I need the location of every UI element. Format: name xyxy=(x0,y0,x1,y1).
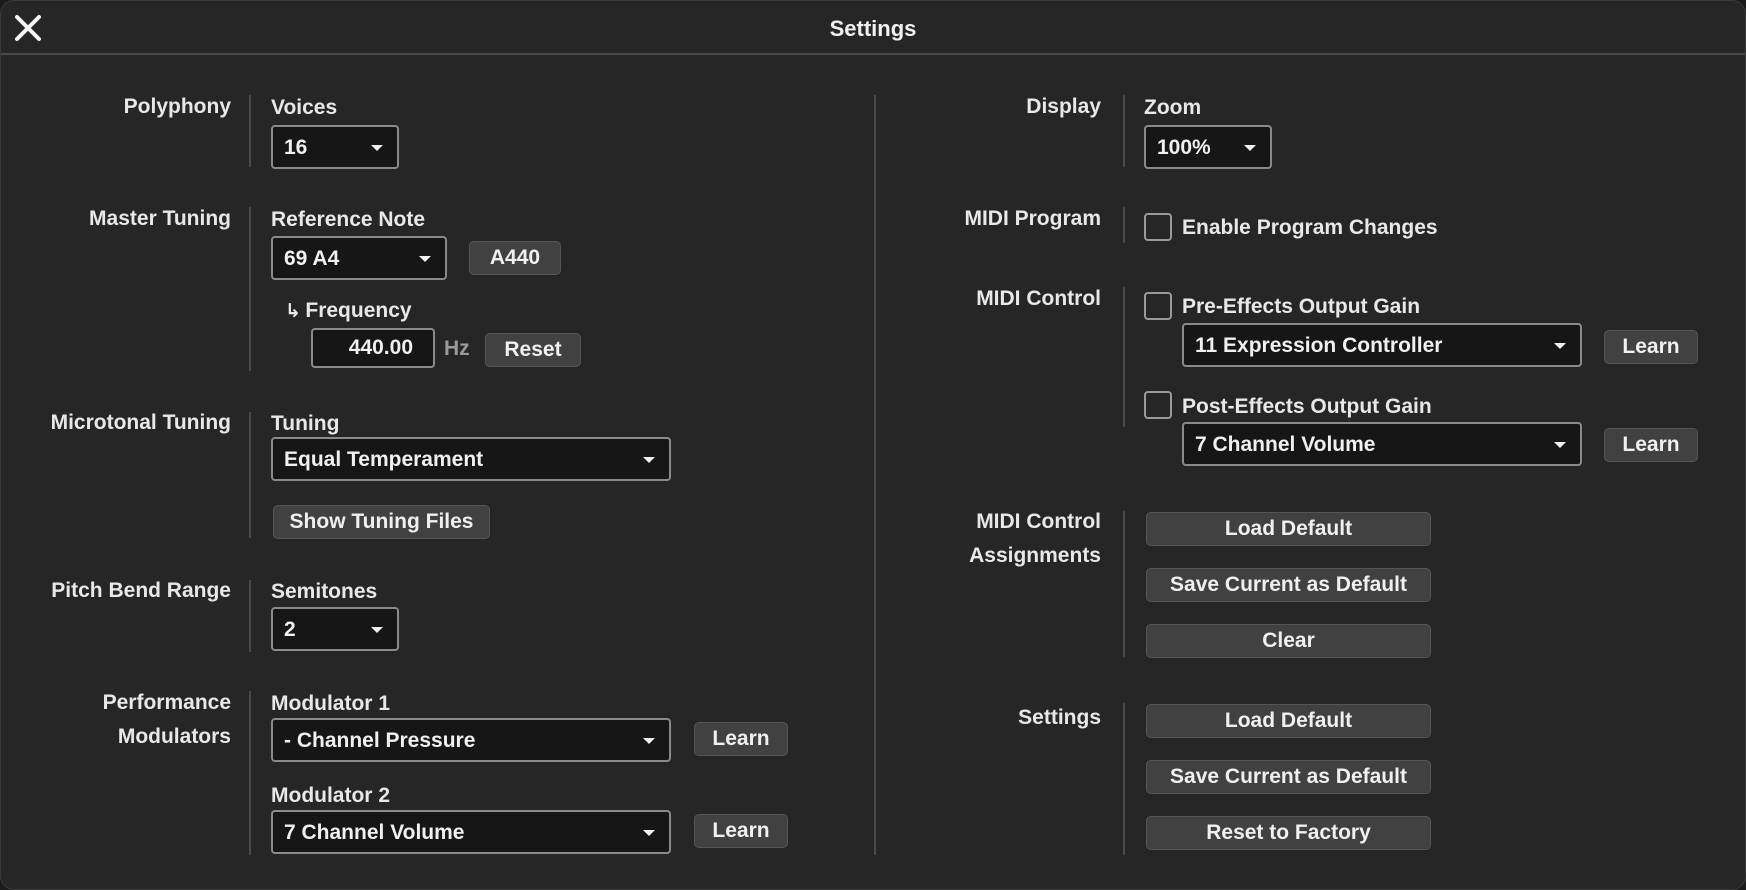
frequency-label: Frequency xyxy=(305,299,412,322)
chevron-down-icon xyxy=(643,830,655,836)
column-divider xyxy=(874,95,876,855)
voices-value: 16 xyxy=(284,136,308,159)
midi-assignments-label-line1: MIDI Control xyxy=(976,510,1101,533)
post-effects-gain-label: Post-Effects Output Gain xyxy=(1182,395,1432,418)
settings-window: Settings Polyphony Voices 16 Master Tuni… xyxy=(0,0,1746,890)
chevron-down-icon xyxy=(371,145,383,151)
zoom-label: Zoom xyxy=(1144,96,1202,119)
pitch-bend-divider xyxy=(249,580,251,652)
modulators-label: Modulators xyxy=(117,725,231,748)
semitones-label: Semitones xyxy=(271,580,378,603)
enable-program-changes-label: Enable Program Changes xyxy=(1182,216,1438,239)
pre-effects-gain-select[interactable]: 11 Expression Controller xyxy=(1182,323,1582,367)
modulator-1-label: Modulator 1 xyxy=(271,692,390,715)
tuning-select[interactable]: Equal Temperament xyxy=(271,437,671,481)
polyphony-divider xyxy=(249,95,251,167)
modulator-2-learn-button[interactable]: Learn xyxy=(694,814,788,848)
hz-unit-label: Hz xyxy=(444,337,470,360)
post-effects-gain-checkbox[interactable] xyxy=(1144,391,1172,419)
return-arrow-icon: ↳ xyxy=(285,301,301,322)
enable-program-changes-checkbox[interactable] xyxy=(1144,213,1172,241)
settings-section-divider xyxy=(1123,703,1125,855)
pitch-bend-range-label: Pitch Bend Range xyxy=(51,579,231,602)
midi-load-default-button[interactable]: Load Default xyxy=(1146,512,1431,546)
pre-effects-gain-label: Pre-Effects Output Gain xyxy=(1182,295,1421,318)
tuning-label: Tuning xyxy=(271,412,340,435)
midi-program-label: MIDI Program xyxy=(964,207,1101,230)
settings-section-label: Settings xyxy=(1018,706,1101,729)
frequency-reset-button[interactable]: Reset xyxy=(485,333,581,367)
microtonal-tuning-label: Microtonal Tuning xyxy=(50,411,231,434)
reset-to-factory-button[interactable]: Reset to Factory xyxy=(1146,816,1431,850)
chevron-down-icon xyxy=(1554,343,1566,349)
polyphony-label: Polyphony xyxy=(123,95,231,118)
display-divider xyxy=(1123,95,1125,167)
master-tuning-label: Master Tuning xyxy=(89,207,231,230)
frequency-row-label: ↳ Frequency xyxy=(285,299,412,323)
post-effects-gain-value: 7 Channel Volume xyxy=(1195,433,1376,456)
zoom-select[interactable]: 100% xyxy=(1144,125,1272,169)
midi-control-divider xyxy=(1123,287,1125,427)
pre-effects-gain-checkbox[interactable] xyxy=(1144,292,1172,320)
reference-note-label: Reference Note xyxy=(271,208,426,231)
semitones-select[interactable]: 2 xyxy=(271,607,399,651)
voices-label: Voices xyxy=(271,96,338,119)
reference-note-select[interactable]: 69 A4 xyxy=(271,236,447,280)
master-tuning-divider xyxy=(249,207,251,371)
window-title: Settings xyxy=(829,16,917,41)
midi-clear-button[interactable]: Clear xyxy=(1146,624,1431,658)
modulator-2-select[interactable]: 7 Channel Volume xyxy=(271,810,671,854)
modulator-1-learn-button[interactable]: Learn xyxy=(694,722,788,756)
midi-assignments-label-line2: Assignments xyxy=(969,544,1101,567)
performance-divider xyxy=(249,691,251,855)
title-bar: Settings xyxy=(1,1,1745,55)
midi-assignments-divider xyxy=(1123,511,1125,657)
modulator-1-select[interactable]: - Channel Pressure xyxy=(271,718,671,762)
reference-note-value: 69 A4 xyxy=(284,247,340,270)
post-effects-gain-select[interactable]: 7 Channel Volume xyxy=(1182,422,1582,466)
chevron-down-icon xyxy=(1554,442,1566,448)
frequency-input[interactable]: 440.00 xyxy=(311,328,435,368)
performance-label: Performance xyxy=(102,691,231,714)
zoom-value: 100% xyxy=(1157,136,1211,159)
semitones-value: 2 xyxy=(284,618,296,641)
display-label: Display xyxy=(1026,95,1101,118)
midi-control-label: MIDI Control xyxy=(976,287,1101,310)
settings-save-default-button[interactable]: Save Current as Default xyxy=(1146,760,1431,794)
midi-save-default-button[interactable]: Save Current as Default xyxy=(1146,568,1431,602)
settings-load-default-button[interactable]: Load Default xyxy=(1146,704,1431,738)
chevron-down-icon xyxy=(1244,145,1256,151)
post-effects-learn-button[interactable]: Learn xyxy=(1604,428,1698,462)
midi-program-divider xyxy=(1123,207,1125,243)
modulator-2-label: Modulator 2 xyxy=(271,784,390,807)
pre-effects-learn-button[interactable]: Learn xyxy=(1604,330,1698,364)
modulator-1-value: - Channel Pressure xyxy=(284,729,476,752)
tuning-value: Equal Temperament xyxy=(284,448,484,471)
chevron-down-icon xyxy=(419,256,431,262)
a440-button[interactable]: A440 xyxy=(469,241,561,275)
modulator-2-value: 7 Channel Volume xyxy=(284,821,465,844)
chevron-down-icon xyxy=(371,627,383,633)
chevron-down-icon xyxy=(643,457,655,463)
chevron-down-icon xyxy=(643,738,655,744)
voices-select[interactable]: 16 xyxy=(271,125,399,169)
show-tuning-files-button[interactable]: Show Tuning Files xyxy=(273,505,490,539)
pre-effects-gain-value: 11 Expression Controller xyxy=(1195,334,1443,357)
microtonal-divider xyxy=(249,412,251,538)
